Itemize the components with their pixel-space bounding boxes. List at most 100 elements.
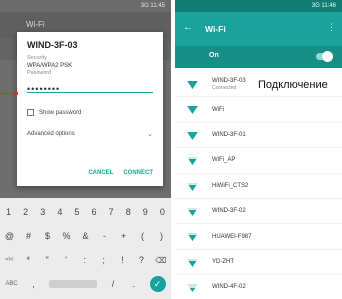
digit-key[interactable]: 5 [72, 207, 82, 217]
advanced-options-label: Advanced options [27, 131, 75, 137]
chevron-down-icon: ⌄ [147, 131, 153, 138]
status-bar-right: 3G 11:46 [175, 0, 342, 12]
wifi-signal-icon [187, 284, 198, 293]
network-item[interactable]: WIND-3F-01 [175, 123, 342, 149]
advanced-options-row[interactable]: Advanced options ⌄ [27, 130, 153, 138]
callout-label: Подключение [258, 79, 328, 91]
network-name: WiFi [212, 106, 224, 113]
keyboard-row-digits: 1234567890 [0, 201, 171, 223]
digit-key[interactable]: 9 [140, 207, 150, 217]
network-list: WIND-3F-03 Connected WiFi WIND-3F-01 WiFi_AP… [175, 72, 342, 299]
show-password-label: Show password [39, 109, 82, 116]
digit-key[interactable]: 1 [4, 207, 14, 217]
key-abc[interactable]: ABC [5, 281, 17, 287]
wifi-appbar: ← Wi-Fi ⋮ [175, 12, 342, 46]
symbol-key[interactable]: ! [117, 255, 127, 265]
network-text: WIND-4F-02 [212, 283, 246, 291]
symbol-key[interactable]: @ [5, 231, 15, 241]
backspace-icon[interactable]: ⌫ [155, 256, 166, 265]
network-name: WiFi_AP [212, 157, 236, 164]
network-text: WIND-3F-02 [212, 207, 246, 215]
toggle-knob [322, 51, 333, 62]
wifi-title: Wi-Fi [205, 24, 226, 34]
callout-dot [13, 91, 18, 96]
network-item[interactable]: YD-ZHT [175, 250, 342, 276]
symbol-key[interactable]: % [62, 231, 72, 241]
network-status: Connected [212, 85, 237, 92]
network-name: WIND-3F-02 [212, 208, 246, 215]
network-text: WIND-3F-03 Connected [212, 77, 246, 91]
symbol-key[interactable]: =\< [4, 257, 14, 263]
wifi-signal-icon [187, 207, 198, 216]
password-value: •••••••• [27, 84, 61, 94]
network-item[interactable]: WiFi_AP [175, 148, 342, 174]
cancel-button[interactable]: CANCEL [88, 170, 113, 176]
key-slash[interactable]: / [108, 279, 118, 289]
network-text: WIND-3F-01 [212, 131, 246, 139]
wifi-toggle[interactable] [316, 51, 333, 62]
network-name: YD-ZHT [212, 258, 234, 265]
symbol-key[interactable]: ? [136, 255, 146, 265]
wifi-signal-icon [187, 157, 198, 166]
digit-key[interactable]: 8 [123, 207, 133, 217]
network-item[interactable]: HiWiFi_CTS2 [175, 174, 342, 199]
wifi-signal-icon [187, 182, 198, 191]
more-options-icon[interactable]: ⋮ [327, 22, 336, 33]
wifi-signal-icon [187, 233, 198, 242]
network-text: WiFi [212, 106, 224, 114]
network-text: HiWiFi_CTS2 [212, 182, 248, 190]
network-item[interactable]: WIND-4F-02 [175, 275, 342, 299]
wifi-on-label: On [209, 52, 219, 59]
network-name: WIND-4F-02 [212, 284, 246, 291]
security-value: WPA/WPA2 PSK [27, 63, 73, 69]
symbol-key[interactable]: * [23, 255, 33, 265]
symbol-key[interactable]: ' [61, 255, 71, 265]
symbol-key[interactable]: ; [99, 255, 109, 265]
digit-key[interactable]: 7 [106, 207, 116, 217]
keyboard-row-symbols-1: @ # $% & - + () [0, 225, 171, 247]
symbol-key[interactable]: : [80, 255, 90, 265]
left-phone-screen: 3G 11:45 Wi-Fi WIND-3F-03 Security WPA/W… [0, 0, 171, 299]
connect-button[interactable]: CONNECT [123, 170, 153, 176]
key-comma[interactable]: , [28, 279, 38, 289]
digit-key[interactable]: 4 [55, 207, 65, 217]
symbol-key[interactable]: ( [138, 231, 148, 241]
keyboard-row-symbols-2: =\< * " ':;!? ⌫ [0, 249, 171, 271]
key-period[interactable]: . [129, 279, 139, 289]
show-password-checkbox[interactable] [27, 109, 34, 116]
digit-key[interactable]: 6 [89, 207, 99, 217]
symbol-key[interactable]: $ [43, 231, 53, 241]
symbol-keyboard: 1234567890 @ # $% & - + () =\< * " ':;!? ⌫ ABC , /… [0, 198, 171, 299]
key-enter-check-icon[interactable]: ✓ [149, 276, 166, 292]
wifi-on-row[interactable]: On [175, 46, 342, 68]
dialog-title: WIND-3F-03 [27, 40, 78, 50]
symbol-key[interactable]: & [81, 231, 91, 241]
screenshot-root: 3G 11:45 Wi-Fi WIND-3F-03 Security WPA/W… [0, 0, 342, 299]
password-label: Password [27, 70, 52, 76]
network-item[interactable]: WiFi [175, 97, 342, 123]
keyboard-row-bottom: ABC , / . ✓ [0, 273, 171, 295]
symbol-key[interactable]: + [119, 231, 129, 241]
key-space[interactable] [49, 280, 98, 288]
dialog-actions: CANCEL CONNECT [88, 170, 153, 176]
show-password-row[interactable]: Show password [27, 109, 153, 116]
network-name: HiWiFi_CTS2 [212, 182, 249, 189]
network-text: YD-ZHT [212, 258, 234, 266]
digit-key[interactable]: 2 [21, 207, 31, 217]
symbol-key[interactable]: " [42, 255, 52, 265]
symbol-key[interactable]: # [24, 231, 34, 241]
network-name: HUAWEI-F987 [212, 233, 252, 240]
symbol-key[interactable]: ) [157, 231, 167, 241]
security-label: Security [27, 55, 47, 61]
network-item[interactable]: HUAWEI-F987 [175, 224, 342, 250]
wifi-signal-icon [187, 258, 198, 267]
network-name: WIND-3F-01 [212, 131, 246, 138]
network-name: WIND-3F-03 [212, 78, 246, 85]
digit-key[interactable]: 0 [157, 207, 167, 217]
symbol-key[interactable]: - [100, 231, 110, 241]
password-field[interactable]: •••••••• [27, 79, 153, 94]
back-arrow-icon[interactable]: ← [183, 22, 193, 33]
network-item[interactable]: WIND-3F-02 [175, 199, 342, 225]
wifi-signal-icon [187, 81, 198, 89]
digit-key[interactable]: 3 [38, 207, 48, 217]
